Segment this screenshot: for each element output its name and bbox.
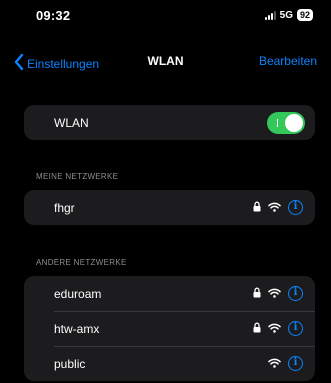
info-icon[interactable]: i bbox=[288, 321, 303, 336]
toggle-on-indicator bbox=[277, 118, 278, 127]
network-row[interactable]: eduroam i bbox=[24, 276, 315, 311]
network-row[interactable]: public i bbox=[24, 346, 315, 381]
toggle-knob bbox=[285, 113, 303, 132]
edit-button[interactable]: Bearbeiten bbox=[259, 54, 317, 68]
network-name: public bbox=[54, 356, 86, 371]
cellular-signal-icon bbox=[264, 10, 276, 20]
wifi-signal-icon bbox=[268, 355, 281, 373]
my-networks-header: MEINE NETZWERKE bbox=[36, 172, 119, 181]
network-name: eduroam bbox=[54, 286, 102, 301]
lock-icon bbox=[253, 199, 261, 217]
network-name: fhgr bbox=[54, 200, 75, 215]
wifi-signal-icon bbox=[268, 320, 281, 338]
network-status-icons: i bbox=[253, 320, 303, 338]
status-indicators: 5G 92 bbox=[264, 9, 313, 21]
network-status-icons: i bbox=[268, 355, 303, 373]
status-bar: 09:32 5G 92 bbox=[0, 0, 331, 34]
network-status-icons: i bbox=[253, 199, 303, 217]
wlan-toggle-card: WLAN bbox=[24, 105, 315, 140]
wlan-toggle-row: WLAN bbox=[24, 105, 315, 140]
status-time: 09:32 bbox=[36, 8, 71, 23]
wlan-toggle-switch[interactable] bbox=[267, 111, 305, 134]
navigation-bar: Einstellungen WLAN Bearbeiten bbox=[0, 44, 331, 76]
wifi-signal-icon bbox=[268, 285, 281, 303]
battery-icon: 92 bbox=[296, 9, 313, 21]
info-icon[interactable]: i bbox=[288, 286, 303, 301]
info-icon[interactable]: i bbox=[288, 200, 303, 215]
lock-icon bbox=[253, 320, 261, 338]
wlan-toggle-label: WLAN bbox=[54, 115, 89, 130]
wifi-signal-icon bbox=[268, 199, 281, 217]
other-networks-card: eduroam i htw-amx i public i bbox=[24, 276, 315, 381]
other-networks-header: ANDERE NETZWERKE bbox=[36, 258, 127, 267]
network-type: 5G bbox=[279, 9, 293, 21]
network-name: htw-amx bbox=[54, 321, 100, 336]
my-networks-card: fhgr i bbox=[24, 190, 315, 225]
network-row[interactable]: htw-amx i bbox=[24, 311, 315, 346]
network-row[interactable]: fhgr i bbox=[24, 190, 315, 225]
lock-icon bbox=[253, 285, 261, 303]
info-icon[interactable]: i bbox=[288, 356, 303, 371]
network-status-icons: i bbox=[253, 285, 303, 303]
